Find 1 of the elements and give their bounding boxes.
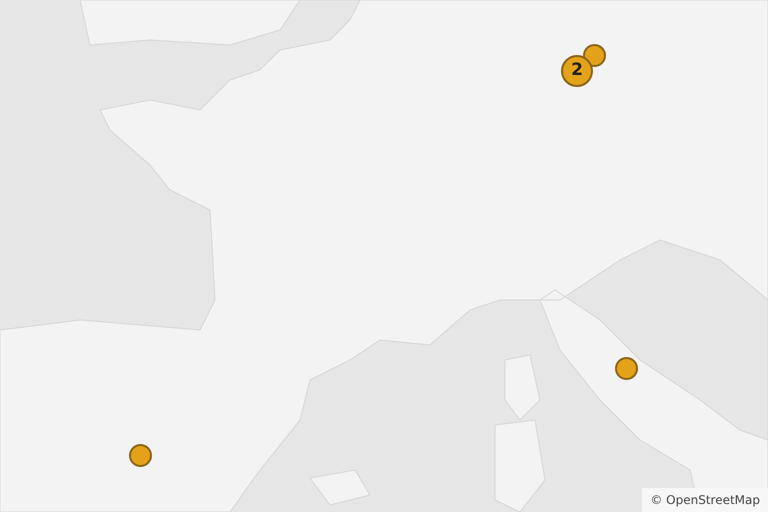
attribution: © OpenStreetMap (642, 488, 768, 512)
